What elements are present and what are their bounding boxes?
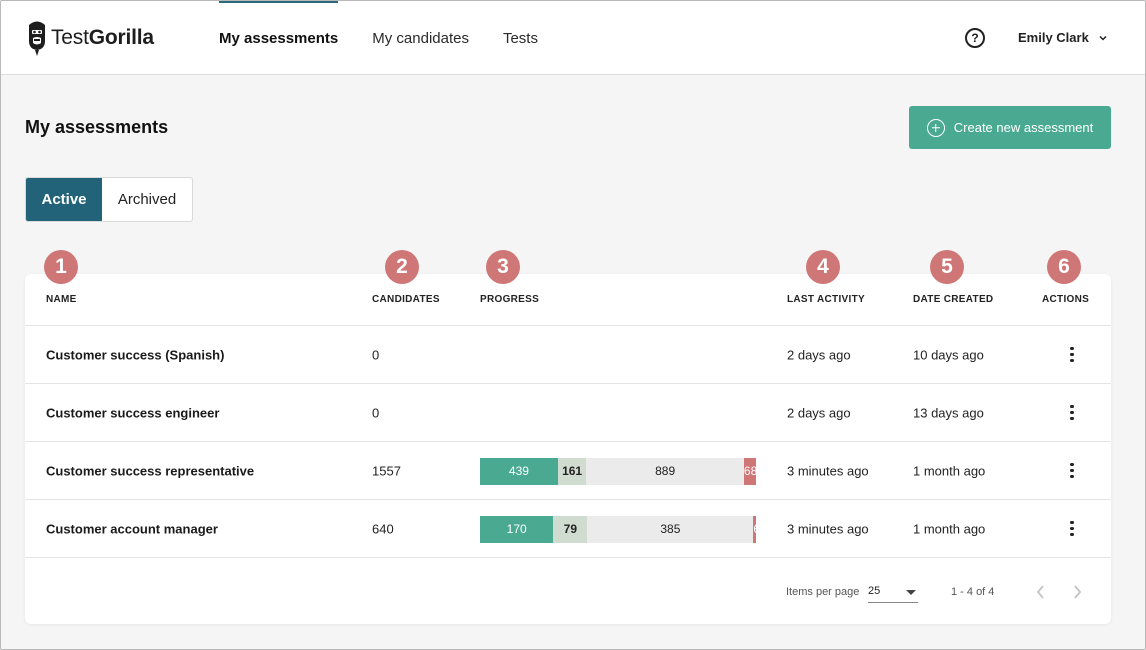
header-candidates[interactable]: CANDIDATES bbox=[372, 294, 440, 305]
items-per-page-select[interactable]: 25 bbox=[868, 583, 918, 603]
column-badge-3: 3 bbox=[486, 250, 520, 284]
header-last-activity[interactable]: LAST ACTIVITY bbox=[787, 294, 865, 305]
table-row[interactable]: Customer success engineer 0 2 days ago 1… bbox=[25, 384, 1111, 442]
header-date-created[interactable]: DATE CREATED bbox=[913, 294, 993, 305]
column-badge-1: 1 bbox=[44, 250, 78, 284]
progress-bar[interactable]: 170793856 bbox=[480, 516, 756, 543]
status-tabs: Active Archived bbox=[25, 177, 193, 222]
items-per-page-value: 25 bbox=[868, 585, 881, 597]
more-actions-icon[interactable] bbox=[1063, 403, 1079, 423]
column-badge-6: 6 bbox=[1047, 250, 1081, 284]
candidate-count: 0 bbox=[372, 405, 380, 420]
progress-segment-passed: 170 bbox=[480, 516, 554, 543]
table-row[interactable]: Customer success representative 1557 439… bbox=[25, 442, 1111, 500]
header-progress: PROGRESS bbox=[480, 294, 540, 305]
nav-my-candidates[interactable]: My candidates bbox=[355, 1, 486, 75]
help-icon[interactable]: ? bbox=[965, 28, 985, 48]
table-row[interactable]: Customer account manager 640 170793856 3… bbox=[25, 500, 1111, 558]
brand-name: TestGorilla bbox=[51, 26, 154, 49]
last-activity: 2 days ago bbox=[787, 405, 851, 420]
more-actions-icon[interactable] bbox=[1063, 461, 1079, 481]
progress-segment-in-progress: 161 bbox=[557, 458, 587, 485]
chevron-left-icon bbox=[1036, 585, 1044, 599]
header-name[interactable]: NAME bbox=[46, 294, 77, 305]
app-window: TestGorilla My assessments My candidates… bbox=[0, 0, 1146, 650]
last-activity: 3 minutes ago bbox=[787, 521, 869, 536]
candidate-count: 640 bbox=[372, 521, 394, 536]
progress-bar[interactable]: 439 161 889 68 bbox=[480, 458, 756, 485]
progress-segment-invited: 385 bbox=[587, 516, 754, 543]
tab-active[interactable]: Active bbox=[26, 178, 102, 221]
user-menu[interactable]: Emily Clark bbox=[1018, 30, 1107, 45]
tab-archived[interactable]: Archived bbox=[102, 178, 192, 221]
header-actions: ACTIONS bbox=[1042, 294, 1090, 305]
create-assessment-button[interactable]: Create new assessment bbox=[909, 106, 1111, 149]
prev-page-button[interactable] bbox=[1033, 582, 1049, 602]
more-actions-icon[interactable] bbox=[1063, 519, 1079, 539]
assessment-name[interactable]: Customer success representative bbox=[46, 463, 254, 478]
nav-my-assessments[interactable]: My assessments bbox=[202, 1, 355, 75]
progress-segment-rejected: 6 bbox=[753, 516, 756, 543]
progress-segment-passed: 439 bbox=[480, 458, 558, 485]
chevron-right-icon bbox=[1074, 585, 1082, 599]
candidate-count: 0 bbox=[372, 347, 380, 362]
date-created: 10 days ago bbox=[913, 347, 984, 362]
assessments-table: NAME CANDIDATES PROGRESS LAST ACTIVITY D… bbox=[25, 274, 1111, 624]
caret-down-icon bbox=[906, 590, 916, 595]
main-nav: My assessments My candidates Tests bbox=[202, 1, 555, 75]
assessment-name[interactable]: Customer success engineer bbox=[46, 405, 219, 420]
page-title: My assessments bbox=[25, 117, 169, 137]
candidate-count: 1557 bbox=[372, 463, 401, 478]
top-header: TestGorilla My assessments My candidates… bbox=[1, 1, 1145, 75]
progress-segment-rejected: 68 bbox=[743, 458, 756, 485]
column-badge-5: 5 bbox=[930, 250, 964, 284]
date-created: 1 month ago bbox=[913, 463, 986, 478]
gorilla-icon bbox=[29, 21, 45, 56]
pagination: Items per page 25 1 - 4 of 4 bbox=[25, 580, 1111, 604]
column-badge-4: 4 bbox=[806, 250, 840, 284]
brand-logo[interactable]: TestGorilla bbox=[26, 19, 154, 57]
assessment-name[interactable]: Customer account manager bbox=[46, 521, 218, 536]
column-badge-2: 2 bbox=[385, 250, 419, 284]
user-name: Emily Clark bbox=[1018, 30, 1089, 45]
last-activity: 2 days ago bbox=[787, 347, 851, 362]
nav-tests[interactable]: Tests bbox=[486, 1, 555, 75]
last-activity: 3 minutes ago bbox=[787, 463, 869, 478]
plus-circle-icon bbox=[926, 118, 945, 137]
next-page-button[interactable] bbox=[1069, 582, 1085, 602]
chevron-down-icon bbox=[1099, 35, 1107, 41]
date-created: 1 month ago bbox=[913, 521, 986, 536]
assessment-name[interactable]: Customer success (Spanish) bbox=[46, 347, 224, 362]
items-per-page-label: Items per page bbox=[786, 586, 860, 598]
date-created: 13 days ago bbox=[913, 405, 984, 420]
table-row[interactable]: Customer success (Spanish) 0 2 days ago … bbox=[25, 326, 1111, 384]
page-range: 1 - 4 of 4 bbox=[951, 586, 995, 598]
more-actions-icon[interactable] bbox=[1063, 345, 1079, 365]
progress-segment-invited: 889 bbox=[586, 458, 744, 485]
create-assessment-label: Create new assessment bbox=[953, 120, 1094, 135]
progress-segment-in-progress: 79 bbox=[553, 516, 588, 543]
